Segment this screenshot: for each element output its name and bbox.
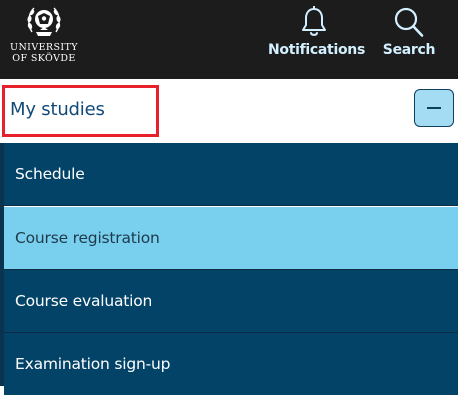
search-button[interactable]: Search <box>380 0 438 79</box>
menu-item-course-registration[interactable]: Course registration <box>4 207 458 269</box>
menu-divider <box>4 205 458 206</box>
menu-item-course-evaluation[interactable]: Course evaluation <box>4 270 458 332</box>
search-icon <box>394 7 424 37</box>
collapse-button[interactable] <box>414 89 454 127</box>
top-bar: UNIVERSITY OF SKÖVDE Notifications Searc… <box>0 0 458 79</box>
search-label: Search <box>382 42 436 58</box>
bell-icon <box>302 6 326 36</box>
studies-menu: Schedule Course registration Course eval… <box>4 143 458 395</box>
my-studies-title[interactable]: My studies <box>10 99 105 120</box>
notifications-button[interactable]: Notifications <box>268 0 365 79</box>
menu-item-schedule[interactable]: Schedule <box>4 143 458 205</box>
my-studies-header: My studies <box>0 79 458 143</box>
logo-text-line2: OF SKÖVDE <box>12 53 76 64</box>
minus-icon <box>427 107 441 109</box>
university-crest-icon <box>27 7 61 36</box>
university-logo[interactable]: UNIVERSITY OF SKÖVDE <box>8 0 80 76</box>
logo-text-line1: UNIVERSITY <box>10 42 78 53</box>
notifications-label: Notifications <box>268 42 365 58</box>
